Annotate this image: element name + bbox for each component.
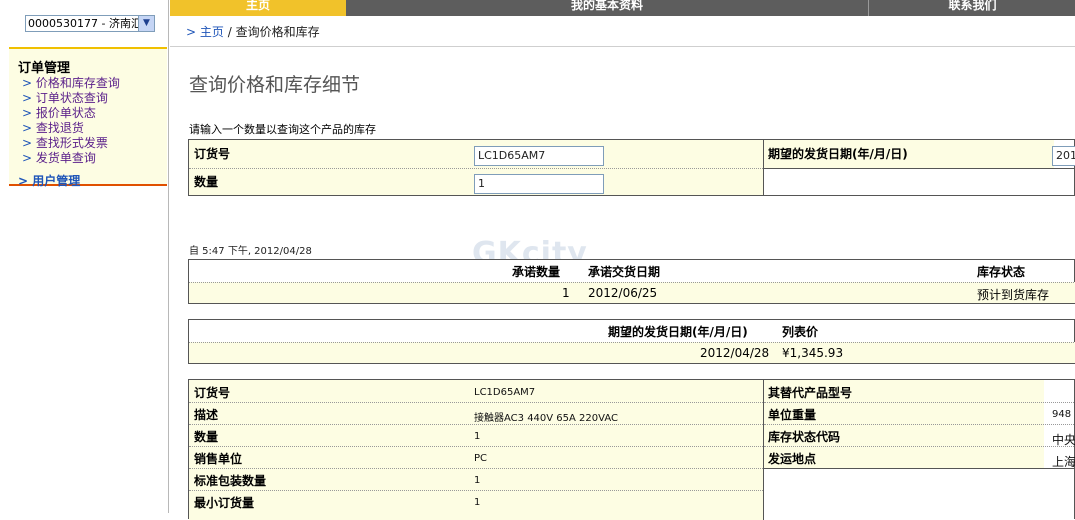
quantity-input[interactable]: 1 xyxy=(474,174,604,194)
detail-label-substitute: 其替代产品型号 xyxy=(768,386,853,400)
account-select[interactable]: 0000530177 - 济南汇 ▼ xyxy=(25,15,155,32)
detail-label-unit-weight: 单位重量 xyxy=(768,408,817,422)
detail-value-part-number: LC1D65AM7 xyxy=(474,387,536,398)
query-form: 订货号 LC1D65AM7 数量 1 期望的发货日期(年/月/日) 2012 xyxy=(188,139,1075,196)
col-committed-date: 承诺交货日期 xyxy=(588,265,661,279)
detail-label-description: 描述 xyxy=(194,408,219,422)
detail-label-package-qty: 标准包装数量 xyxy=(194,474,267,488)
arrow-icon: > xyxy=(22,106,36,120)
detail-value-package-qty: 1 xyxy=(474,475,481,486)
breadcrumb: > 主页 / 查询价格和库存 xyxy=(186,25,320,39)
detail-label-ship-location: 发运地点 xyxy=(768,452,817,466)
detail-value-description: 接触器AC3 440V 65A 220VAC xyxy=(474,413,618,424)
page-title: 查询价格和库存细节 xyxy=(189,74,361,96)
left-sidebar: 0000530177 - 济南汇 ▼ 订单管理 > 价格和库存查询 > 订单状态… xyxy=(0,0,169,513)
arrow-icon: > xyxy=(186,25,200,39)
account-select-value: 0000530177 - 济南汇 xyxy=(28,17,142,30)
instruction-text: 请输入一个数量以查询这个产品的库存 xyxy=(189,123,376,136)
requested-date-label: 期望的发货日期(年/月/日) xyxy=(768,147,908,161)
stock-status-value: 预计到货库存 xyxy=(977,288,1050,302)
detail-value-unit-weight: 948 ( xyxy=(1052,409,1075,420)
detail-value-sales-unit: PC xyxy=(474,453,488,464)
breadcrumb-divider xyxy=(170,46,1075,47)
arrow-icon: > xyxy=(22,121,36,135)
requested-date-input[interactable]: 2012 xyxy=(1052,146,1075,166)
detail-value-stock-code: 中央 xyxy=(1052,433,1075,447)
detail-label-min-order: 最小订货量 xyxy=(194,496,255,510)
breadcrumb-current: 查询价格和库存 xyxy=(235,25,320,39)
detail-label-sales-unit: 销售单位 xyxy=(194,452,243,466)
detail-label-stock-code: 库存状态代码 xyxy=(768,430,841,444)
tab-contact-us[interactable]: 联系我们 xyxy=(868,0,1075,16)
detail-label-quantity: 数量 xyxy=(194,430,219,444)
list-price-value: ¥1,345.93 xyxy=(782,346,844,360)
tab-home[interactable]: 主页 xyxy=(170,0,346,16)
arrow-icon: > xyxy=(22,151,36,165)
col-stock-status: 库存状态 xyxy=(977,265,1026,279)
col-requested-date: 期望的发货日期(年/月/日) xyxy=(608,325,748,339)
detail-value-ship-location: 上海 xyxy=(1052,455,1075,469)
detail-label-part-number: 订货号 xyxy=(194,386,231,400)
col-list-price: 列表价 xyxy=(782,325,819,339)
menu-item-shipment-query[interactable]: > 发货单查询 xyxy=(22,149,96,166)
arrow-icon: > xyxy=(22,91,36,105)
committed-date-value: 2012/06/25 xyxy=(588,286,658,300)
pricing-table: 期望的发货日期(年/月/日) 列表价 2012/04/28 ¥1,345.93 xyxy=(188,319,1075,364)
tab-my-profile[interactable]: 我的基本资料 xyxy=(348,0,866,16)
detail-value-min-order: 1 xyxy=(474,497,481,508)
menu-item-user-management[interactable]: > 用户管理 xyxy=(18,172,80,189)
committed-qty-value: 1 xyxy=(562,286,570,300)
breadcrumb-home-link[interactable]: 主页 xyxy=(200,25,224,39)
part-number-input[interactable]: LC1D65AM7 xyxy=(474,146,604,166)
col-committed-qty: 承诺数量 xyxy=(512,265,561,279)
product-details: 订货号 LC1D65AM7 描述 接触器AC3 440V 65A 220VAC … xyxy=(188,379,1075,520)
as-of-timestamp: 自 5:47 下午, 2012/04/28 xyxy=(189,246,312,257)
order-management-menu: 订单管理 > 价格和库存查询 > 订单状态查询 > 报价单状态 > 查找退货 >… xyxy=(9,47,167,189)
requested-date-value: 2012/04/28 xyxy=(700,346,770,360)
quantity-label: 数量 xyxy=(194,175,219,189)
availability-table: 承诺数量 承诺交货日期 库存状态 1 2012/06/25 预计到货库存 xyxy=(188,259,1075,304)
detail-value-quantity: 1 xyxy=(474,431,481,442)
arrow-icon: > xyxy=(18,174,33,188)
arrow-icon: > xyxy=(22,136,36,150)
top-nav: 主页 我的基本资料 联系我们 xyxy=(170,0,1075,16)
part-number-label: 订货号 xyxy=(194,147,231,161)
chevron-down-icon[interactable]: ▼ xyxy=(138,16,154,31)
arrow-icon: > xyxy=(22,76,36,90)
